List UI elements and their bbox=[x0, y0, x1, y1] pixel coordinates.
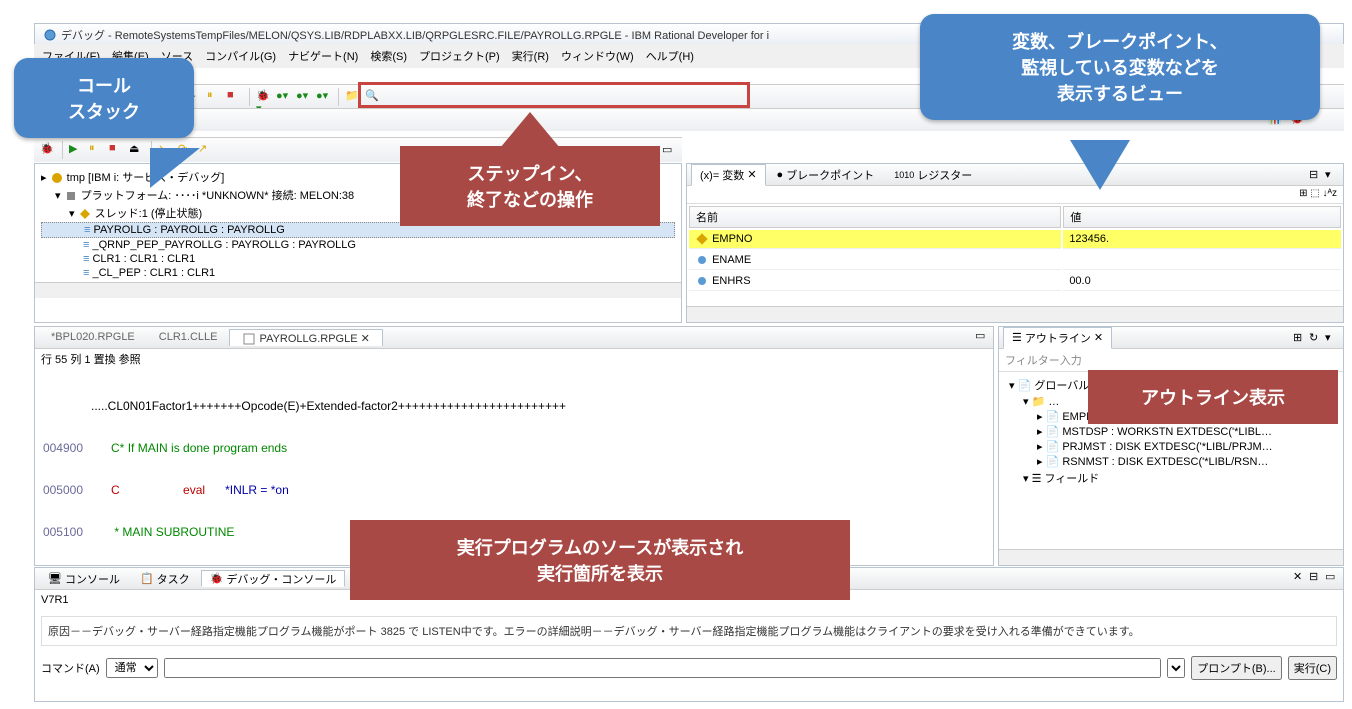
callout-step: ステップイン、 終了などの操作 bbox=[400, 146, 660, 226]
tab-tasks[interactable]: 📋 タスク bbox=[131, 570, 199, 587]
highlight-box-debug-controls bbox=[358, 82, 750, 108]
editor-status: 行 55 列 1 置換 参照 bbox=[35, 349, 993, 369]
step-return-icon[interactable]: ↗ bbox=[198, 142, 214, 158]
close-icon[interactable]: ✕ bbox=[1094, 331, 1103, 344]
col-name[interactable]: 名前 bbox=[689, 206, 1061, 228]
col-value[interactable]: 値 bbox=[1063, 206, 1341, 228]
menu-run[interactable]: 実行(R) bbox=[512, 48, 549, 64]
scrollbar-h[interactable] bbox=[999, 549, 1343, 565]
var-icon bbox=[695, 274, 709, 288]
debug-view-icon[interactable]: 🐞 bbox=[40, 142, 56, 158]
callout-step-arrow bbox=[500, 112, 560, 148]
var-tb-icon[interactable]: ⊞ bbox=[1299, 188, 1307, 199]
cmd-history-select[interactable] bbox=[1167, 658, 1185, 678]
outline-fields[interactable]: ▾ ☰ フィールド bbox=[1005, 469, 1337, 487]
collapse-icon[interactable]: ⊟ bbox=[1309, 168, 1323, 182]
tab-outline[interactable]: ☰ アウトライン ✕ bbox=[1003, 327, 1112, 349]
maximize-icon[interactable]: ▭ bbox=[975, 329, 989, 343]
minimize-icon[interactable]: ▭ bbox=[662, 143, 676, 157]
run3-icon[interactable]: ●▾ bbox=[316, 89, 332, 105]
cmd-mode-select[interactable]: 通常 bbox=[106, 658, 158, 678]
editor-tab[interactable]: *BPL020.RPGLE bbox=[39, 329, 147, 346]
outline-tb-icon[interactable]: ⊞ bbox=[1293, 331, 1307, 345]
disconnect-icon[interactable]: ⏏ bbox=[129, 142, 145, 158]
menu-navigate[interactable]: ナビゲート(N) bbox=[288, 48, 358, 64]
outline-item[interactable]: ▸ 📄 RSNMST : DISK EXTDESC('*LIBL/RSN… bbox=[1005, 454, 1337, 469]
variables-table: 名前値 EMPNO123456. ENAME ENHRS00.0 bbox=[687, 204, 1343, 293]
editor-tabbar: *BPL020.RPGLE CLR1.CLLE PAYROLLG.RPGLE ✕… bbox=[35, 327, 993, 349]
console-message: 原因－－デバッグ・サーバー経路指定機能プログラム機能がポート 3825 で LI… bbox=[41, 616, 1337, 646]
outline-item[interactable]: ▸ 📄 MSTDSP : WORKSTN EXTDESC('*LIBL… bbox=[1005, 424, 1337, 439]
outline-filter[interactable]: フィルター入力 bbox=[999, 349, 1343, 372]
close-icon[interactable]: ✕ bbox=[361, 333, 370, 345]
menu-window[interactable]: ウィンドウ(W) bbox=[561, 48, 634, 64]
editor-ruler: .....CL0N01Factor1+++++++Opcode(E)+Exten… bbox=[91, 399, 566, 413]
outline-item[interactable]: ▸ 📄 PRJMST : DISK EXTDESC('*LIBL/PRJM… bbox=[1005, 439, 1337, 454]
run-button[interactable]: 実行(C) bbox=[1288, 656, 1337, 680]
menu-compile[interactable]: コンパイル(G) bbox=[205, 48, 276, 64]
variables-tabbar: (x)= 変数 ✕ ● ブレークポイント 1010 レジスター ⊟ ▾ bbox=[687, 164, 1343, 186]
stop-icon[interactable]: ■ bbox=[227, 89, 243, 105]
cmd-label: コマンド(A) bbox=[41, 660, 100, 676]
stack-frame[interactable]: ≡ CLR1 : CLR1 : CLR1 bbox=[41, 252, 675, 266]
callout-variables-tail bbox=[1070, 140, 1130, 190]
run-icon[interactable]: ●▾ bbox=[276, 89, 292, 105]
menu-search[interactable]: 検索(S) bbox=[370, 48, 407, 64]
run2-icon[interactable]: ●▾ bbox=[296, 89, 312, 105]
resume2-icon[interactable]: ▶ bbox=[69, 142, 85, 158]
var-row[interactable]: ENAME bbox=[689, 251, 1341, 270]
var-icon bbox=[695, 232, 709, 246]
window-title: デバッグ - RemoteSystemsTempFiles/MELON/QSYS… bbox=[61, 27, 769, 43]
var-icon bbox=[695, 253, 709, 267]
prompt-button[interactable]: プロンプト(B)... bbox=[1191, 656, 1282, 680]
stack-frame[interactable]: ≡ _CL_PEP : CLR1 : CLR1 bbox=[41, 266, 675, 280]
tab-console[interactable]: 🖥 コンソール bbox=[39, 570, 129, 587]
callout-variables: 変数、ブレークポイント、 監視している変数などを 表示するビュー bbox=[920, 14, 1320, 120]
scrollbar-h[interactable] bbox=[35, 282, 681, 298]
console-tb-icon[interactable]: ✕ bbox=[1293, 570, 1307, 584]
outline-tabbar: ☰ アウトライン ✕ ⊞ ↻ ▾ bbox=[999, 327, 1343, 349]
var-tb-icon[interactable]: ⬚ bbox=[1310, 188, 1319, 199]
variables-toolbar: ⊞ ⬚ ↓ᴬz bbox=[687, 186, 1343, 204]
app-icon bbox=[43, 28, 57, 42]
scrollbar-h[interactable] bbox=[687, 306, 1343, 322]
tab-debug-console[interactable]: 🐞 デバッグ・コンソール bbox=[201, 570, 346, 587]
pause2-icon[interactable]: ⏸ bbox=[89, 142, 105, 158]
view-menu-icon[interactable]: ▾ bbox=[1325, 168, 1339, 182]
menu-help[interactable]: ヘルプ(H) bbox=[646, 48, 694, 64]
editor-tab[interactable]: CLR1.CLLE bbox=[147, 329, 230, 346]
outline-tb-icon[interactable]: ↻ bbox=[1309, 331, 1323, 345]
console-tb-icon[interactable]: ▭ bbox=[1325, 570, 1339, 584]
close-icon[interactable]: ✕ bbox=[747, 168, 756, 181]
callout-outline: アウトライン表示 bbox=[1088, 370, 1338, 424]
debug-icon[interactable]: 🐞▾ bbox=[256, 89, 272, 105]
editor-tab[interactable]: PAYROLLG.RPGLE ✕ bbox=[229, 329, 382, 346]
command-row: コマンド(A) 通常 プロンプト(B)... 実行(C) bbox=[35, 652, 1343, 684]
outline-tb-icon[interactable]: ▾ bbox=[1325, 331, 1339, 345]
tab-registers[interactable]: 1010 レジスター bbox=[885, 164, 981, 186]
callout-callstack-tail bbox=[150, 148, 200, 188]
callout-callstack: コール スタック bbox=[14, 58, 194, 138]
stop2-icon[interactable]: ■ bbox=[109, 142, 125, 158]
variables-view: (x)= 変数 ✕ ● ブレークポイント 1010 レジスター ⊟ ▾ ⊞ ⬚ … bbox=[686, 163, 1344, 323]
tab-variables[interactable]: (x)= 変数 ✕ bbox=[691, 164, 766, 186]
menu-project[interactable]: プロジェクト(P) bbox=[419, 48, 500, 64]
var-row[interactable]: EMPNO123456. bbox=[689, 230, 1341, 249]
stack-frame[interactable]: ≡ _QRNP_PEP_PAYROLLG : PAYROLLG : PAYROL… bbox=[41, 238, 675, 252]
var-row[interactable]: ENHRS00.0 bbox=[689, 272, 1341, 291]
outline-view: ☰ アウトライン ✕ ⊞ ↻ ▾ フィルター入力 ▾ 📄 グローバル ▾ 📁 …… bbox=[998, 326, 1344, 566]
tab-breakpoints[interactable]: ● ブレークポイント bbox=[768, 164, 884, 186]
cmd-input[interactable] bbox=[164, 658, 1162, 678]
callout-source: 実行プログラムのソースが表示され 実行箇所を表示 bbox=[350, 520, 850, 600]
pause-icon[interactable]: ⏸ bbox=[207, 89, 223, 105]
var-tb-icon[interactable]: ↓ᴬz bbox=[1322, 188, 1337, 199]
console-tb-icon[interactable]: ⊟ bbox=[1309, 570, 1323, 584]
